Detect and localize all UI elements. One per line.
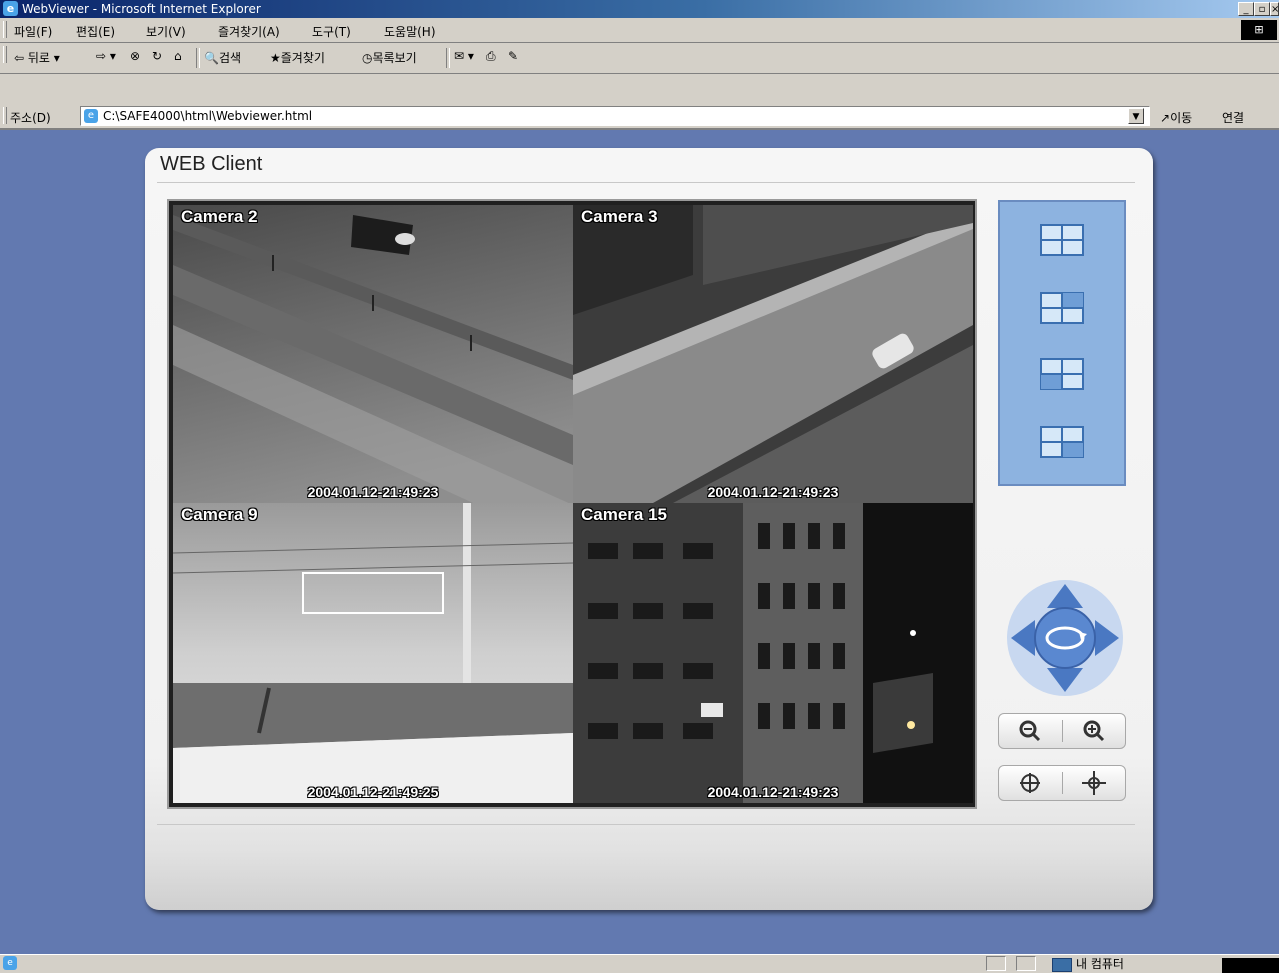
minimize-button[interactable]: _ [1238,2,1254,16]
web-client-panel: WEB Client Camera 2 2004.01.12-21:49:23 … [145,148,1153,910]
focus-far-icon[interactable] [1063,766,1126,800]
history-icon: ◷ [362,51,373,65]
page-content: WEB Client Camera 2 2004.01.12-21:49:23 … [0,128,1279,954]
windows-logo-icon: ⊞ [1241,20,1277,40]
focus-control [998,765,1126,801]
go-icon: ↗ [1160,111,1171,125]
menu-tools[interactable]: 도구(T) [312,23,351,40]
print-button[interactable]: ⎙ [486,49,496,64]
links-button[interactable]: 연결 [1222,109,1244,126]
camera-2-feed [173,205,573,503]
ptz-center-button[interactable] [1034,607,1096,669]
standard-toolbar: ⇦ 뒤로 ▾ ⇨ ▾ ⊗ ↻ ⌂ 🔍검색 ★즐겨찾기 ◷목록보기 ✉ ▾ ⎙ ✎ [0,43,1279,74]
favorites-icon: ★ [270,51,281,65]
menu-help[interactable]: 도움말(H) [384,23,436,40]
back-button[interactable]: ⇦ 뒤로 ▾ [14,49,60,66]
camera-grid: Camera 2 2004.01.12-21:49:23 Camera 3 20… [167,199,977,809]
forward-arrow-icon: ⇨ [96,49,107,63]
close-button[interactable]: × [1270,2,1279,16]
address-dropdown-button[interactable]: ▼ [1128,108,1144,124]
address-bar: 주소(D) e C:\SAFE4000\html\Webviewer.html … [0,104,1279,128]
camera-view[interactable]: Camera 9 2004.01.12-21:49:25 [173,503,573,803]
toolbar-separator [446,48,450,68]
stop-icon: ⊗ [130,49,141,63]
search-button[interactable]: 🔍검색 [204,49,241,66]
zoom-in-icon[interactable] [1063,714,1126,748]
menu-file[interactable]: 파일(F) [14,23,52,40]
page-icon: e [84,109,98,123]
address-grip [3,107,7,124]
home-button[interactable]: ⌂ [174,49,182,63]
menu-edit[interactable]: 편집(E) [76,23,115,40]
camera-15-feed [573,503,973,803]
bottom-divider [157,824,1135,825]
favorites-button[interactable]: ★즐겨찾기 [270,49,325,66]
camera-9-feed [173,503,573,803]
go-label: 이동 [1170,111,1193,125]
zone-label: 내 컴퓨터 [1076,957,1124,971]
status-page-icon: e [3,956,17,970]
title-divider [157,182,1135,183]
window-title: WebViewer - Microsoft Internet Explorer [22,2,261,16]
refresh-button[interactable]: ↻ [152,49,162,63]
mail-button[interactable]: ✉ ▾ [454,49,474,63]
camera-3-feed [573,205,973,503]
mail-icon: ✉ [454,49,465,63]
address-input[interactable]: e C:\SAFE4000\html\Webviewer.html [80,106,1150,126]
window-title-bar[interactable]: e WebViewer - Microsoft Internet Explore… [0,0,1279,18]
camera-view[interactable]: Camera 2 2004.01.12-21:49:23 [173,205,573,503]
camera-timestamp: 2004.01.12-21:49:25 [307,784,439,800]
camera-timestamp: 2004.01.12-21:49:23 [707,484,839,500]
toolbar-separator [196,48,200,68]
search-icon: 🔍 [204,51,219,65]
status-cell [986,956,1006,971]
refresh-icon: ↻ [152,49,163,63]
camera-label: Camera 2 [181,207,258,226]
status-bar: e 내 컴퓨터 [0,954,1279,973]
zoom-control [998,713,1126,749]
layout-quad-3-icon[interactable] [1040,358,1084,390]
layout-quad-4-icon[interactable] [1040,426,1084,458]
layout-selector-panel [998,200,1126,486]
layout-quad-2-icon[interactable] [1040,292,1084,324]
restore-button[interactable]: ▫ [1254,2,1270,16]
camera-view[interactable]: Camera 3 2004.01.12-21:49:23 [573,205,973,503]
camera-timestamp: 2004.01.12-21:49:23 [707,784,839,800]
ie-icon: e [3,1,18,16]
messenger-icon: ✎ [508,49,519,63]
status-cell [1016,956,1036,971]
layout-quad-icon[interactable] [1040,224,1084,256]
stop-button[interactable]: ⊗ [130,49,140,63]
search-label: 검색 [218,51,242,65]
menu-favorites[interactable]: 즐겨찾기(A) [218,23,280,40]
home-icon: ⌂ [174,49,182,63]
toolbar-grip [3,46,7,63]
focus-near-icon[interactable] [999,766,1062,800]
messenger-button[interactable]: ✎ [508,49,518,63]
history-button[interactable]: ◷목록보기 [362,49,417,66]
my-computer-icon [1052,957,1072,972]
print-icon: ⎙ [486,49,496,63]
address-url: C:\SAFE4000\html\Webviewer.html [103,109,313,123]
address-label: 주소(D) [10,111,51,125]
security-zone: 내 컴퓨터 [1052,955,1124,972]
camera-label: Camera 15 [581,505,668,524]
camera-view[interactable]: Camera 15 2004.01.12-21:49:23 [573,503,973,803]
history-label: 목록보기 [372,51,417,65]
menu-view[interactable]: 보기(V) [146,23,186,40]
ptz-control [1007,580,1123,696]
camera-label: Camera 3 [581,207,658,226]
camera-label: Camera 9 [181,505,258,524]
forward-button[interactable]: ⇨ ▾ [96,49,116,63]
page-title: WEB Client [160,153,263,175]
zoom-out-icon[interactable] [999,714,1062,748]
camera-timestamp: 2004.01.12-21:49:23 [307,484,439,500]
system-tray [1222,958,1279,973]
menu-grip [3,21,7,38]
favorites-label: 즐겨찾기 [280,51,325,65]
menu-bar: 파일(F) 편집(E) 보기(V) 즐겨찾기(A) 도구(T) 도움말(H) ⊞ [0,18,1279,43]
go-button[interactable]: ↗이동 [1160,109,1192,126]
back-label: ⇦ 뒤로 [14,51,50,65]
